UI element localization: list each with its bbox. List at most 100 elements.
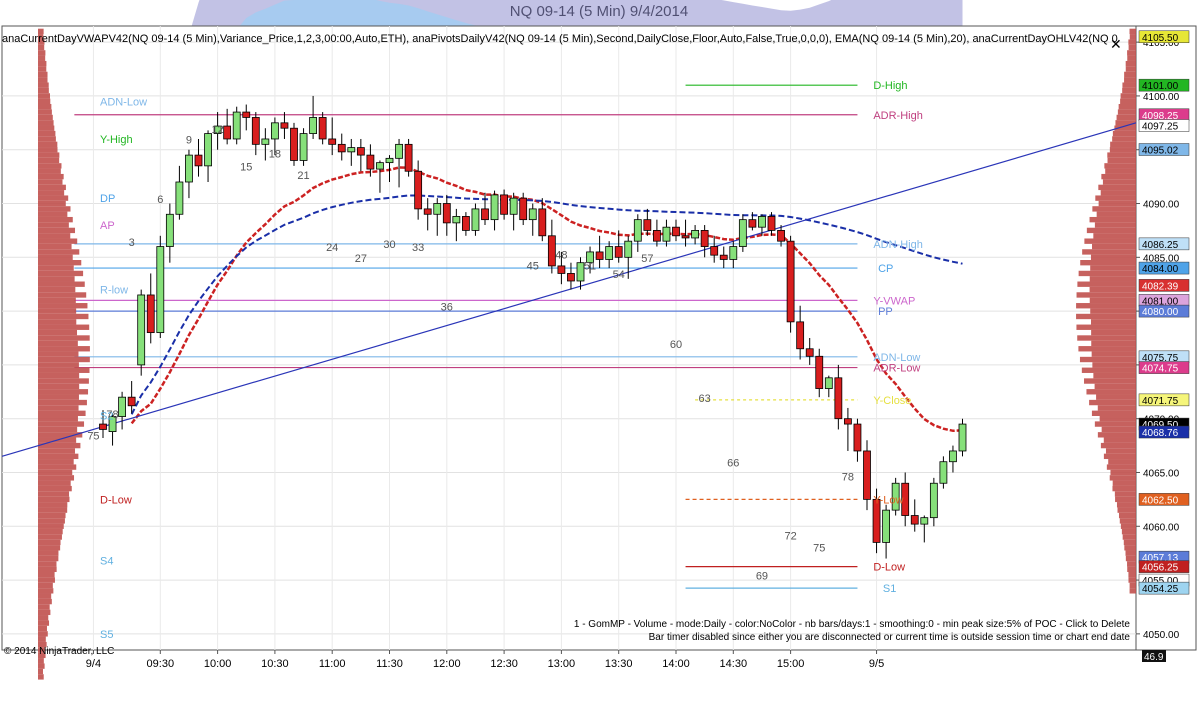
profile-bar [1097,405,1136,411]
profile-bar [38,668,43,675]
profile-bar [38,77,48,83]
profile-bar [1110,469,1136,476]
profile-bar [1080,260,1136,266]
price-badge-label: 4086.25 [1142,240,1179,251]
candle-body [519,197,528,221]
candle-body [414,170,423,210]
candle-body [681,235,690,239]
candle-body [290,127,298,161]
candle[interactable] [863,440,871,511]
profile-bar [1103,437,1136,443]
profile-bar [38,243,72,250]
profile-bar [38,130,56,137]
profile-bar [38,615,49,621]
profile-bar [38,636,46,642]
candle-body [280,122,289,129]
candle-body [337,143,346,153]
candle[interactable] [786,235,795,333]
bar-number: 60 [670,339,682,351]
profile-bar [38,66,47,72]
profile-bar [38,222,69,228]
profile-bar [1107,152,1136,158]
profile-bar [1129,588,1136,594]
candle-body [710,246,719,256]
candle-body [748,219,757,228]
profile-bar [1090,254,1136,260]
profile-bar [38,674,44,680]
candle[interactable] [404,138,413,177]
candle-body [672,226,680,237]
profile-bar [38,394,79,400]
candle-body [567,273,575,282]
profile-bar [38,588,54,594]
profile-bar [38,71,48,78]
profile-bar [38,238,78,244]
profile-bar [38,485,72,492]
profile-bar [1127,566,1136,572]
profile-bar [1125,66,1136,72]
profile-bar [1092,362,1136,368]
profile-bar [1124,545,1136,551]
bar-number: 63 [699,393,711,405]
profile-bar [1128,44,1136,51]
bar-number: 57 [641,253,653,265]
candle-body [614,246,623,258]
candle-body [299,133,308,161]
left-level-label: D-Low [100,494,132,506]
profile-bar [1114,491,1136,497]
profile-bar [1112,130,1136,137]
profile-bar [1128,39,1136,45]
candle-body [910,515,919,525]
profile-bar [1104,163,1136,169]
profile-bar [1122,534,1136,540]
y-tick-label: 4060.00 [1143,522,1180,533]
x-tick-label: 09:30 [147,658,175,670]
profile-bar [1094,222,1136,228]
profile-bar [38,216,73,223]
indicator-list: anaCurrentDayVWAPV42(NQ 09-14 (5 Min),Va… [2,33,1118,45]
candle[interactable] [156,235,165,338]
profile-bar [1112,485,1136,492]
profile-bar [1086,227,1136,234]
candle-body [423,208,432,215]
x-tick-label: 11:00 [319,658,346,670]
candle-body [949,450,957,463]
price-badge: 4074.75 [1138,361,1190,375]
candle-body [328,138,337,145]
profile-bar [38,147,58,153]
profile-bar [1115,496,1136,503]
candle-body [691,230,699,239]
close-icon[interactable]: ✕ [1110,36,1122,53]
candle[interactable] [290,122,298,166]
candle-body [490,194,499,221]
profile-bar [1091,351,1136,357]
profile-bar [38,512,66,519]
candlestick-chart[interactable]: D-High ADR-High D-Low Y-Low Y-Close ADR-Low S1… [0,0,1198,703]
candle[interactable] [137,289,146,376]
profile-bar [38,44,45,51]
profile-bar [1100,442,1136,449]
profile-bar [1101,173,1136,180]
candle[interactable] [232,106,241,145]
candle[interactable] [958,418,967,457]
bar-number: 66 [727,457,739,469]
profile-bar [38,604,50,610]
profile-bar [38,195,69,201]
profile-bar [38,87,49,94]
profile-bar [38,346,90,352]
profile-bar [1089,297,1136,304]
price-badge: 4056.25 [1138,560,1190,574]
candle-body [99,423,107,430]
profile-bar [1125,60,1136,67]
profile-bar [1092,206,1136,212]
candle[interactable] [299,128,308,166]
candle-body [824,377,833,389]
profile-bar [1102,179,1136,185]
candle-body [433,203,442,215]
profile-bar [1125,555,1136,562]
candle[interactable] [738,214,747,252]
candle-body [738,219,747,247]
profile-bar [38,120,54,126]
profile-bar [1107,157,1136,164]
price-badge: 4105.50 [1138,30,1190,44]
